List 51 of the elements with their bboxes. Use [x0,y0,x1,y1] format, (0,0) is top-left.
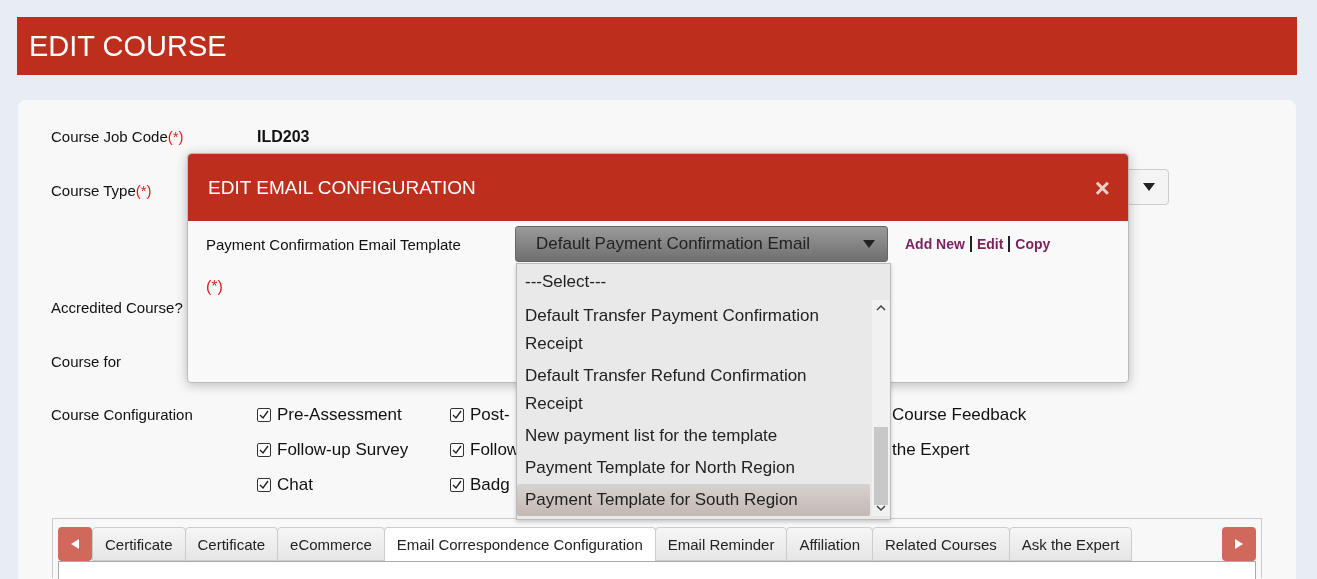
action-link[interactable]: Copy [1015,236,1051,252]
field-label: Payment Confirmation Email Template [206,235,462,253]
checkbox[interactable] [257,443,271,457]
action-link[interactable]: Edit [976,236,1004,252]
required-mark: (*) [206,278,224,296]
checkbox[interactable] [257,408,271,422]
field-label: Course Type(*) [51,182,152,199]
dropdown-option[interactable]: Default Transfer Payment Confirmation Receipt [517,300,870,360]
right-arrow-icon [1234,538,1244,550]
dropdown-option[interactable]: Payment Template for North Region [517,452,870,484]
tab[interactable]: Email Correspondence Configuration [383,527,656,561]
caret-icon [1143,183,1155,191]
left-arrow-icon [70,538,80,550]
checkbox[interactable] [257,478,271,492]
tab[interactable]: Affiliation [786,527,874,561]
checkbox-label: Follow-up Survey [277,440,409,460]
field-label: Course Configuration [51,406,193,423]
field-label: Accredited Course? [51,299,183,316]
scroll-right-button[interactable] [1222,527,1256,561]
tab[interactable]: Email Reminder [654,527,788,561]
page-title: EDIT COURSE [29,29,227,63]
field-label: Course Job Code(*) [51,128,184,145]
tab[interactable]: Ask the Expert [1008,527,1133,561]
checkbox-label: Post- [470,405,510,425]
scrollbar[interactable] [872,300,890,516]
scroll-left-button[interactable] [58,527,92,561]
checkbox[interactable] [450,443,464,457]
action-link[interactable]: Add New [905,236,965,252]
option-label: Course Feedback [892,405,1027,425]
checkbox-label: Badg [470,475,510,495]
caret-icon [863,240,875,248]
checkbox-label: Pre-Assessment [277,405,402,425]
dropdown-option[interactable]: Payment Template for South Region [517,484,870,516]
dropdown-option[interactable]: Default Transfer Refund Confirmation Receipt [517,360,870,420]
tab[interactable]: Certificate [184,527,279,561]
option-label: the Expert [892,440,970,460]
template-select[interactable]: Default Payment Confirmation Email [515,226,888,262]
checkbox-label: Chat [277,475,313,495]
tab[interactable]: Related Courses [872,527,1010,561]
tab[interactable]: Certificate [92,527,186,561]
checkbox[interactable] [450,478,464,492]
field-label: Course for [51,353,122,370]
scroll-up-icon[interactable] [876,304,886,311]
scroll-down-icon[interactable] [876,505,886,512]
dropdown-option[interactable]: ---Select--- [517,264,890,300]
job-code-value: ILD203 [257,127,310,147]
tab[interactable]: eCommerce [277,527,385,561]
dialog-title: EDIT EMAIL CONFIGURATION [208,176,476,199]
checkbox[interactable] [450,408,464,422]
dropdown-option[interactable]: New payment list for the template [517,420,870,452]
close-button[interactable]: × [1094,174,1110,201]
